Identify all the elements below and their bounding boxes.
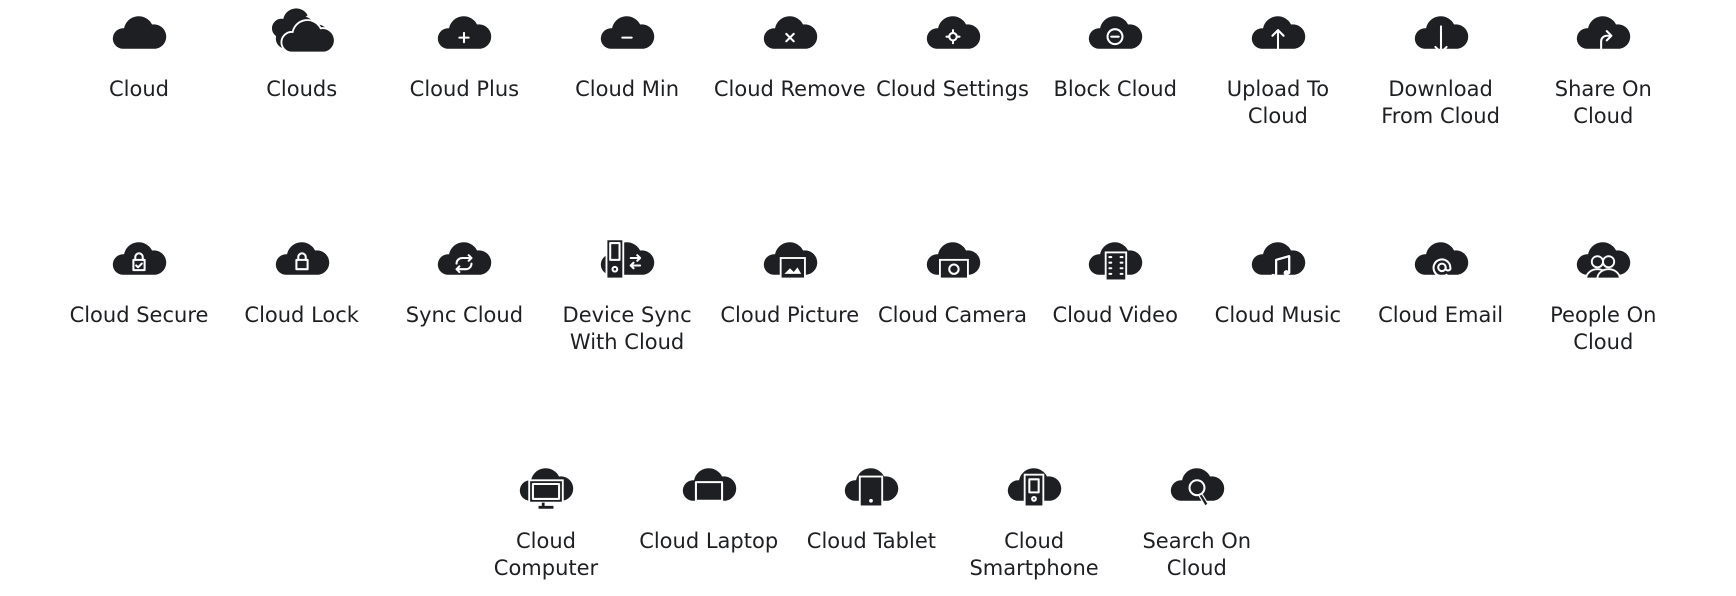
people-cloud-icon: [1577, 242, 1631, 280]
icon-tile[interactable]: Cloud Plus: [384, 4, 544, 103]
icon-tile[interactable]: Block Cloud: [1035, 4, 1195, 103]
icon-label: Cloud Email: [1378, 303, 1504, 327]
icon-tile[interactable]: Clouds: [222, 4, 382, 103]
icon-tile[interactable]: Sync Cloud: [384, 230, 544, 329]
icon-tile[interactable]: Cloud Video: [1035, 230, 1195, 329]
icon-label: Cloud Laptop: [639, 529, 779, 553]
icon-tile[interactable]: Share On Cloud: [1523, 4, 1683, 130]
search-cloud-icon: [1170, 468, 1225, 506]
icon-tile[interactable]: Cloud Remove: [710, 4, 870, 103]
icon-label: Cloud Picture: [720, 303, 860, 327]
cloud-computer-icon: [519, 468, 574, 509]
icon-label: Cloud Plus: [409, 77, 520, 101]
cloud-laptop-icon: [682, 468, 736, 504]
upload-cloud-icon: [1251, 16, 1306, 56]
icon-tile[interactable]: Cloud Settings: [873, 4, 1033, 103]
icon-tile[interactable]: Cloud Camera: [873, 230, 1033, 329]
cloud-smartphone-icon: [1007, 468, 1062, 508]
icon-label: Cloud Smartphone: [969, 529, 1099, 580]
icon-label: Cloud Computer: [493, 529, 599, 580]
download-cloud-icon: [1414, 16, 1468, 54]
icon-tile[interactable]: Cloud Music: [1198, 230, 1358, 329]
icon-label: Share On Cloud: [1554, 77, 1652, 128]
icon-tile[interactable]: Device Sync With Cloud: [547, 230, 707, 356]
icon-tile[interactable]: Cloud Picture: [710, 230, 870, 329]
device-sync-cloud-icon: [600, 238, 655, 280]
icon-tile[interactable]: Cloud Tablet: [791, 456, 951, 555]
icon-tile[interactable]: Download From Cloud: [1361, 4, 1521, 130]
cloud-icon: [112, 16, 167, 49]
icon-label: Cloud Camera: [877, 303, 1028, 327]
cloud-plus-icon: [438, 16, 492, 49]
cloud-email-icon: [1414, 242, 1468, 278]
cloud-settings-icon: [926, 16, 980, 49]
icon-label: Cloud Min: [575, 77, 680, 101]
cloud-remove-icon: [763, 16, 818, 49]
cloud-music-icon: [1251, 242, 1306, 280]
cloud-secure-icon: [112, 242, 167, 275]
cloud-picture-icon: [763, 242, 818, 280]
sync-cloud-icon: [438, 242, 492, 275]
cloud-minus-icon: [600, 16, 655, 49]
icon-label: Cloud Video: [1052, 303, 1178, 327]
icon-label: Cloud Tablet: [806, 529, 936, 553]
icon-label: Search On Cloud: [1142, 529, 1252, 580]
icon-tile[interactable]: Cloud: [59, 4, 219, 103]
icon-label: Download From Cloud: [1381, 77, 1500, 128]
icon-tile[interactable]: Cloud Secure: [59, 230, 219, 329]
icon-label: Cloud Secure: [69, 303, 209, 327]
cloud-lock-icon: [275, 242, 329, 275]
cloud-video-icon: [1089, 242, 1143, 282]
icon-label: Upload To Cloud: [1226, 77, 1330, 128]
icon-tile[interactable]: Upload To Cloud: [1198, 4, 1358, 130]
icon-label: People On Cloud: [1550, 303, 1657, 354]
icon-label: Cloud: [109, 77, 169, 101]
icon-label: Sync Cloud: [405, 303, 524, 327]
cloud-tablet-icon: [845, 468, 899, 508]
icon-tile[interactable]: Cloud Laptop: [629, 456, 789, 555]
share-cloud-icon: [1577, 16, 1631, 56]
icon-tile[interactable]: Cloud Computer: [466, 456, 626, 582]
icon-tile[interactable]: Search On Cloud: [1117, 456, 1277, 582]
block-cloud-icon: [1089, 16, 1143, 49]
icon-label: Cloud Settings: [876, 77, 1029, 101]
icon-tile[interactable]: People On Cloud: [1523, 230, 1683, 356]
icon-label: Cloud Lock: [244, 303, 359, 327]
icon-tile[interactable]: Cloud Lock: [222, 230, 382, 329]
icon-label: Block Cloud: [1053, 77, 1177, 101]
icon-tile[interactable]: Cloud Email: [1361, 230, 1521, 329]
cloud-camera-icon: [926, 242, 980, 280]
clouds-icon: [271, 8, 334, 54]
icon-label: Cloud Remove: [713, 77, 866, 101]
icon-tile[interactable]: Cloud Min: [547, 4, 707, 103]
icon-label: Device Sync With Cloud: [562, 303, 692, 354]
icon-tile[interactable]: Cloud Smartphone: [954, 456, 1114, 582]
icon-label: Cloud Music: [1214, 303, 1342, 327]
icon-label: Clouds: [266, 77, 338, 101]
